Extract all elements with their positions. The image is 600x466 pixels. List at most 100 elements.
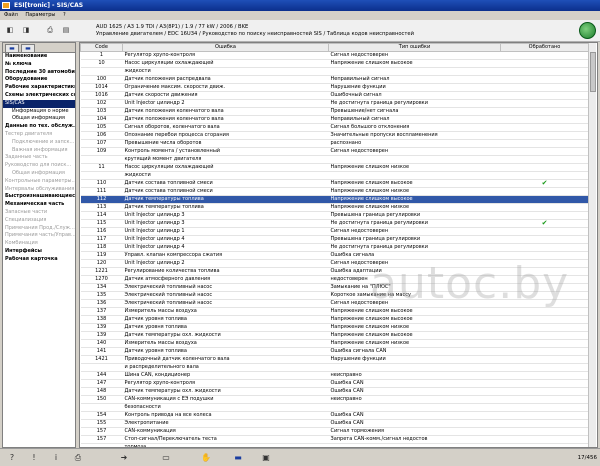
sidebar-item[interactable]: Примечания Прод./Служ... (3, 225, 75, 233)
table-row[interactable]: 116 Unit Injector цилиндр 1 Сигнал недосто… (80, 227, 589, 236)
document-icon[interactable]: ▤ (60, 24, 72, 36)
sidebar-item[interactable]: Последние 30 автомобилей (3, 69, 75, 77)
table-row[interactable]: 115 Unit Injector цилиндр 3 Не достигнута … (80, 219, 589, 228)
table-row[interactable]: 113 Датчик температуры топлива Напряжение … (80, 203, 589, 212)
table-row[interactable]: 111 Датчик состава топливной смеси Напряже… (80, 187, 589, 196)
table-row[interactable]: 110 Датчик состава топливной смеси Напряже… (80, 179, 589, 188)
column-error[interactable]: Ошибка (122, 43, 329, 52)
box-icon[interactable]: ▣ (260, 452, 272, 464)
truck-tab-icon[interactable]: ▬ (21, 44, 35, 53)
table-row[interactable]: 155 Электропитание Ошибка CAN (80, 419, 589, 428)
sidebar-item[interactable]: Оборудование (3, 76, 75, 84)
fn-f1-icon[interactable]: ◧ (4, 24, 16, 36)
sidebar-item[interactable]: Комбинация (3, 240, 75, 248)
table-row[interactable]: 102 Unit Injector цилиндр 2 Не достигнута … (80, 99, 589, 108)
sidebar-item[interactable]: Схемы электрических со... (3, 92, 75, 100)
menu-file[interactable]: Файл (4, 12, 18, 18)
car-tab-icon[interactable]: ▬ (5, 44, 19, 53)
sidebar-item[interactable]: Механическая часть (3, 201, 75, 209)
table-row[interactable]: 112 Датчик температуры топлива Напряжение … (80, 195, 589, 204)
sidebar-item[interactable]: SIS/CAS (3, 99, 75, 108)
print-icon[interactable]: ⎙ (44, 24, 56, 36)
info-icon[interactable]: i (50, 452, 62, 464)
table-row[interactable]: 103 Датчик положения коленчатого вала Прев… (80, 107, 589, 116)
table-row[interactable]: 150 CAN-коммуникация с ЕЭ подушки неисправ… (80, 395, 589, 404)
table-row[interactable]: 1 Регулятор хрупо-контроля Сигнал недостов… (80, 51, 589, 60)
sidebar-item[interactable]: Примечания часть/Управ... (3, 232, 75, 240)
table-row[interactable]: 134 Электрический топливный насос Замыкани… (80, 283, 589, 292)
table-row[interactable]: 137 Измеритель массы воздуха Напряжение сл… (80, 307, 589, 316)
sidebar-item[interactable]: Информация о норме (3, 108, 75, 116)
sidebar-item[interactable]: Важная информация (3, 147, 75, 155)
table-row[interactable]: 140 Измеритель массы воздуха Напряжение сл… (80, 339, 589, 348)
sidebar-item[interactable]: Общая информация (3, 170, 75, 178)
table-row[interactable]: жидкости (80, 67, 589, 76)
table-row[interactable]: 109 Контроль момента / установленный Сигна… (80, 147, 589, 156)
table-row[interactable]: 147 Регулятор хрупо-контроля Ошибка CAN (80, 379, 589, 388)
sidebar-item[interactable]: Интервалы обслуживания (3, 186, 75, 194)
table-row[interactable]: 1016 Датчик скорости движения Ошибочный си… (80, 91, 589, 100)
table-row[interactable]: 117 Unit Injector цилиндр 4 Превышена гран… (80, 235, 589, 244)
table-row[interactable]: 10 Насос циркуляции охлаждающей Напряжение… (80, 59, 589, 68)
table-row[interactable]: 1014 Ограничение максим. скорости движ. На… (80, 83, 589, 92)
sidebar-item[interactable]: Наименование (3, 53, 75, 61)
table-row[interactable]: 120 Unit Injector цилиндр 2 Сигнал недосто… (80, 259, 589, 268)
menu-parameters[interactable]: Параметры (25, 12, 55, 18)
column-code[interactable]: Code (80, 43, 123, 52)
table-row[interactable]: 136 Электрический топливный насос Сигнал н… (80, 299, 589, 308)
table-row[interactable]: 144 Шина CAN, кондиционер неисправно (80, 371, 589, 380)
table-row[interactable]: жидкости (80, 171, 589, 180)
table-row[interactable]: 138 Датчик уровня топлива Напряжение слишк… (80, 315, 589, 324)
exclamation-icon[interactable]: ! (28, 452, 40, 464)
table-row[interactable]: 148 Датчик температуры охл. жидкости Ошибк… (80, 387, 589, 396)
table-row[interactable]: и распределительного вала (80, 363, 589, 372)
table-row[interactable]: 157 CAN-коммуникация Сигнал торможения (80, 427, 589, 436)
table-row[interactable]: 118 Unit Injector цилиндр 4 Не достигнута … (80, 243, 589, 252)
print-icon[interactable]: ⎙ (72, 452, 84, 464)
fn-f2-icon[interactable]: ◨ (20, 24, 32, 36)
table-row[interactable]: 106 Опознание перебои процесса сгорания Зн… (80, 131, 589, 140)
table-row[interactable]: 1270 Датчик атмосферного давления недостов… (80, 275, 589, 284)
sidebar-item[interactable]: Рабочая карточка (3, 256, 75, 264)
sidebar-item[interactable]: № ключа (3, 61, 75, 69)
menu-help[interactable]: ? (63, 12, 66, 18)
table-row[interactable]: 139 Датчик уровня топлива Напряжение слишк… (80, 323, 589, 332)
sidebar-item[interactable]: Рабочие характеристики (3, 84, 75, 92)
forward-icon[interactable]: ➜ (118, 452, 130, 464)
table-row[interactable]: 1221 Регулирование количества топлива Ошиб… (80, 267, 589, 276)
column-error-type[interactable]: Тип ошибки (328, 43, 501, 52)
table-row[interactable]: 139 Датчик температуры охл. жидкости Напря… (80, 331, 589, 340)
sidebar-item[interactable]: Запасные части (3, 209, 75, 217)
sidebar-item[interactable]: Заданные часть (3, 154, 75, 162)
table-row[interactable]: 1421 Приводочный датчик коленчатого вала Н… (80, 355, 589, 364)
sidebar-item[interactable]: Данные по тех. обслуж. (3, 123, 75, 131)
sidebar-item[interactable]: Подключение и запск... (3, 139, 75, 147)
f6-icon[interactable]: ▭ (160, 452, 172, 464)
table-row[interactable]: 105 Сигнал оборотов, коленчатого вала Сигн… (80, 123, 589, 132)
table-row[interactable]: 119 Управл. клапан компрессора сжатия Ошиб… (80, 251, 589, 260)
table-row[interactable]: 141 Датчик уровня топлива Ошибка сигнала C… (80, 347, 589, 356)
table-row[interactable]: крутящий момент двигателя (80, 155, 589, 164)
scrollbar-thumb[interactable] (590, 52, 596, 92)
table-row[interactable]: 104 Датчик положения коленчатого вала Непр… (80, 115, 589, 124)
table-row[interactable]: 100 Датчик положения распредвала Неправиль… (80, 75, 589, 84)
table-row[interactable]: 11 Насос циркуляции охлаждающей Напряжение… (80, 163, 589, 172)
vertical-scrollbar[interactable] (588, 43, 596, 447)
sidebar-item[interactable]: Контрольные параметры... (3, 178, 75, 186)
table-row[interactable]: 135 Электрический топливный насос Короткое… (80, 291, 589, 300)
hand-icon[interactable]: ✋ (200, 452, 212, 464)
sidebar-item[interactable]: Специализация (3, 217, 75, 225)
help-icon[interactable]: ? (6, 452, 18, 464)
sidebar-item[interactable]: Быстроизнашивающиеся ... (3, 193, 75, 201)
table-row[interactable]: безопасности (80, 403, 589, 412)
table-row[interactable]: 114 Unit Injector цилиндр 3 Превышена гран… (80, 211, 589, 220)
car-icon[interactable]: ▬ (232, 452, 244, 464)
table-row[interactable]: 154 Контроль привода на все колеса Ошибка … (80, 411, 589, 420)
sidebar-item[interactable]: Общая информация (3, 115, 75, 123)
table-row[interactable]: 157 Стоп-сигнал/Переключатель теста Запрет… (80, 435, 589, 444)
sidebar-item[interactable]: Интерфейсы (3, 248, 75, 256)
table-row[interactable]: 107 Превышение числа оборотов распознано (80, 139, 589, 148)
sidebar-item[interactable]: Тестер двигателя (3, 131, 75, 139)
sidebar-item[interactable]: Руководство для поиск... (3, 162, 75, 170)
column-processed[interactable]: Обработано (500, 43, 589, 52)
